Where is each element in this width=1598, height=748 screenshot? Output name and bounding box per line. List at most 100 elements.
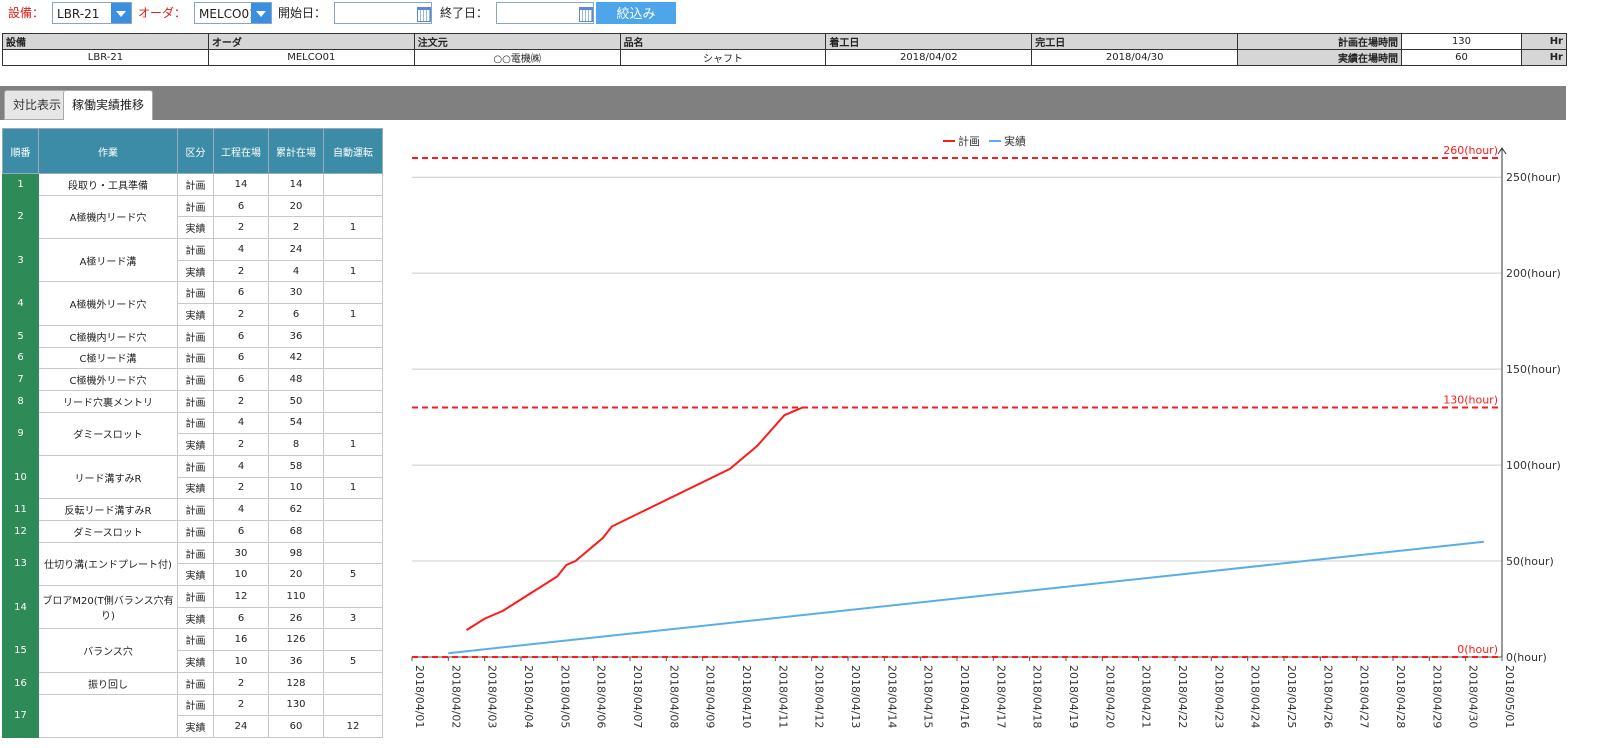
x-tick-label: 2018/04/07 <box>631 665 644 728</box>
task-name: C極機外リード穴 <box>38 368 178 391</box>
x-tick-label: 2018/04/27 <box>1358 665 1371 728</box>
cumulative-time: 54 <box>268 411 324 435</box>
step-number: 17 <box>2 693 39 738</box>
x-tick-label: 2018/04/29 <box>1430 665 1443 728</box>
y-tick-label: 200(hour) <box>1506 267 1561 280</box>
equipment-select[interactable]: LBR-21 <box>52 1 133 24</box>
step-number: 4 <box>2 281 39 326</box>
order-value: MELCO01 <box>207 49 415 66</box>
end-date-input[interactable] <box>497 2 578 23</box>
auto-run <box>323 498 383 521</box>
work-table: 順番 作業 区分 工程在場 累計在場 自動運転 1 段取り・工具準備 計画 14 14 2 A極機内リ… <box>2 128 383 738</box>
process-time: 4 <box>213 238 269 261</box>
start-date-input[interactable] <box>335 2 416 23</box>
header-start-date: 着工日 <box>825 33 1033 50</box>
table-row: 9 ダミースロット 計画 4 54 <box>2 411 383 456</box>
header-end-date: 完工日 <box>1031 33 1239 50</box>
x-tick-label: 2018/04/09 <box>704 665 717 728</box>
cumulative-time: 30 <box>268 281 324 305</box>
x-tick-label: 2018/04/15 <box>922 665 935 728</box>
row-kind: 計画 <box>177 628 214 652</box>
task-name: リード穴裏メントリ <box>38 389 178 413</box>
process-time: 16 <box>213 628 269 652</box>
plan-time-unit: Hr <box>1520 33 1568 50</box>
process-time: 6 <box>213 520 269 543</box>
table-row: 5 C極機内リード穴 計画 6 36 <box>2 324 383 348</box>
row-kind: 計画 <box>177 238 214 261</box>
work-table-header: 順番 作業 区分 工程在場 累計在場 自動運転 <box>2 128 383 174</box>
process-time: 6 <box>213 194 269 218</box>
table-row: 7 C極機外リード穴 計画 6 48 <box>2 368 383 391</box>
auto-run <box>323 628 383 652</box>
table-row: 12 ダミースロット 計画 6 68 <box>2 520 383 543</box>
auto-run: 1 <box>323 476 383 500</box>
filter-button[interactable]: 絞込み <box>596 1 677 24</box>
tab-compare[interactable]: 対比表示 <box>4 90 71 120</box>
start-date-label: 開始日： <box>278 6 327 20</box>
chevron-down-icon[interactable] <box>251 2 272 23</box>
calendar-icon[interactable] <box>415 3 432 23</box>
actual-time-value: 60 <box>1401 49 1522 66</box>
step-number: 11 <box>2 498 39 521</box>
reference-line-label: 130(hour) <box>1443 394 1498 407</box>
tab-trend[interactable]: 稼働実績推移 <box>63 90 154 120</box>
x-tick-label: 2018/04/22 <box>1176 665 1189 728</box>
end-date-field[interactable] <box>496 1 595 24</box>
cumulative-time: 6 <box>268 303 324 326</box>
cumulative-time: 60 <box>268 715 324 738</box>
row-kind: 計画 <box>177 324 214 348</box>
process-time: 2 <box>213 389 269 413</box>
task-name: 振り回し <box>38 671 178 695</box>
row-kind: 計画 <box>177 498 214 521</box>
header-actual-time: 実績在場時間 <box>1237 49 1403 66</box>
process-time: 2 <box>213 433 269 456</box>
cumulative-time: 68 <box>268 520 324 543</box>
process-time: 12 <box>213 585 269 608</box>
order-select[interactable]: MELCO01 <box>194 1 273 24</box>
y-tick-label: 100(hour) <box>1506 459 1561 472</box>
x-tick-label: 2018/04/25 <box>1285 665 1298 728</box>
auto-run <box>323 541 383 565</box>
step-number: 14 <box>2 585 39 630</box>
task-name: 反転リード溝すみR <box>38 498 178 521</box>
row-kind: 実績 <box>177 563 214 587</box>
step-number: 15 <box>2 628 39 673</box>
auto-run <box>323 238 383 261</box>
auto-run <box>323 389 383 413</box>
row-kind: 計画 <box>177 281 214 305</box>
cumulative-time: 26 <box>268 606 324 630</box>
step-number: 10 <box>2 454 39 500</box>
process-time: 2 <box>213 693 269 717</box>
cumulative-time: 36 <box>268 324 324 348</box>
start-date-field[interactable] <box>334 1 433 24</box>
cumulative-time: 36 <box>268 650 324 673</box>
table-row: 2 A極機内リード穴 計画 6 20 <box>2 194 383 240</box>
table-row: 6 C極リード溝 計画 6 42 <box>2 346 383 370</box>
cumulative-time: 128 <box>268 671 324 695</box>
work-table-header-cell: 累計在場 <box>268 128 324 174</box>
row-kind: 計画 <box>177 173 214 196</box>
x-tick-label: 2018/04/02 <box>449 665 462 728</box>
calendar-icon[interactable] <box>577 3 594 23</box>
auto-run <box>323 585 383 608</box>
task-name: ブロアM20(T側バランス穴有り) <box>38 585 178 630</box>
process-time: 24 <box>213 715 269 738</box>
process-time: 2 <box>213 216 269 240</box>
auto-run: 1 <box>323 433 383 456</box>
equipment-label: 設備： <box>8 6 45 20</box>
step-number: 16 <box>2 671 39 695</box>
auto-run <box>323 411 383 435</box>
cumulative-time: 50 <box>268 389 324 413</box>
step-number: 2 <box>2 194 39 240</box>
chevron-down-icon[interactable] <box>111 2 132 23</box>
auto-run <box>323 671 383 695</box>
filter-bar: 設備： LBR-21 オーダ： MELCO01 開始日： 終了日： 絞込み <box>0 0 1598 25</box>
header-order: オーダ <box>207 33 415 50</box>
cumulative-time: 10 <box>268 476 324 500</box>
process-time: 4 <box>213 454 269 478</box>
plan-time-value: 130 <box>1401 33 1522 50</box>
auto-run <box>323 173 383 196</box>
step-number: 12 <box>2 520 39 543</box>
row-kind: 計画 <box>177 454 214 478</box>
x-tick-label: 2018/04/23 <box>1212 665 1225 728</box>
